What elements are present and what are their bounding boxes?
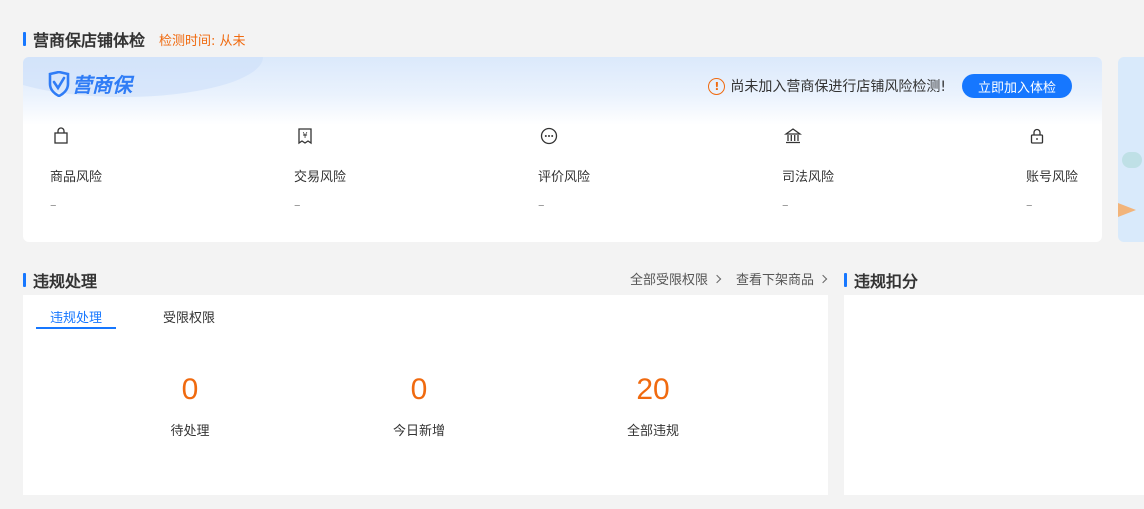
all-restricted-link[interactable]: 全部受限权限 [629,269,722,288]
notice-text: 尚未加入营商保进行店铺风险检测! [730,79,946,95]
stat-value: 0 [181,373,199,406]
violation-header: 违规处理 [23,268,97,292]
chevron-right-icon [818,274,828,283]
yingshangbao-logo: 营商保 [48,69,132,98]
stat-label: 全部违规 [626,424,679,439]
section-marker [23,32,26,46]
health-check-header: 营商保店铺体检 检测时间: 从未 [23,27,246,51]
violation-title: 违规处理 [33,272,98,291]
risk-item-judicial[interactable]: 司法风险 – [782,127,892,213]
heart-decoration-icon [1122,152,1142,168]
check-time: 检测时间: 从未 [159,33,246,49]
risk-label: 评价风险 [538,170,591,185]
delisted-goods-link[interactable]: 查看下架商品 [735,269,828,288]
risk-label: 司法风险 [782,170,835,185]
stat-all-violations[interactable]: 20 全部违规 [593,373,713,439]
chevron-right-icon [712,274,722,283]
risk-value: – [782,198,789,213]
logo-text: 营商保 [72,73,132,97]
health-check-card: 营商保 ! 尚未加入营商保进行店铺风险检测! 立即加入体检 商品风险 – ¥ 交… [23,57,1102,242]
arrow-decoration-icon [1118,203,1136,217]
section-marker [844,273,847,287]
yen-receipt-icon: ¥ [298,128,312,145]
lock-icon [1030,128,1044,144]
stat-pending[interactable]: 0 待处理 [130,373,250,439]
stat-value: 0 [410,373,428,406]
stat-today-new[interactable]: 0 今日新增 [359,373,479,439]
link-label: 全部受限权限 [629,273,708,288]
section-marker [23,273,26,287]
risk-label: 账号风险 [1026,170,1079,185]
link-label: 查看下架商品 [735,273,814,288]
chat-bubble-icon [540,127,558,145]
join-check-button[interactable]: 立即加入体检 [961,74,1072,98]
violation-card: 违规处理 受限权限 0 待处理 0 今日新增 20 全部违规 [23,295,828,495]
side-promo-card[interactable] [1118,57,1144,242]
svg-text:¥: ¥ [302,131,307,140]
health-check-title: 营商保店铺体检 [33,31,146,50]
stat-value: 20 [636,373,670,406]
join-notice: ! 尚未加入营商保进行店铺风险检测! 立即加入体检 [708,74,1072,98]
score-card [844,295,1144,495]
tab-restricted[interactable]: 受限权限 [163,307,215,329]
risk-value: – [50,198,57,213]
risk-item-goods[interactable]: 商品风险 – [50,127,160,213]
score-header: 违规扣分 [844,268,918,292]
courthouse-icon [783,128,803,144]
tab-violation[interactable]: 违规处理 [36,307,116,329]
risk-item-review[interactable]: 评价风险 – [538,127,648,213]
risk-label: 交易风险 [294,170,347,185]
risk-item-trade[interactable]: ¥ 交易风险 – [294,127,404,213]
risk-value: – [538,198,545,213]
shopping-bag-icon [54,127,68,144]
stat-label: 待处理 [170,424,210,439]
warning-icon: ! [708,77,726,95]
risk-item-account[interactable]: 账号风险 – [1026,127,1102,213]
risk-value: – [1026,198,1033,213]
risk-value: – [294,198,301,213]
risk-label: 商品风险 [50,170,103,185]
stat-label: 今日新增 [392,424,445,439]
score-title: 违规扣分 [854,272,919,291]
shield-logo-icon [48,70,70,97]
health-banner: 营商保 ! 尚未加入营商保进行店铺风险检测! 立即加入体检 [23,57,1102,125]
violation-links: 全部受限权限 查看下架商品 [614,269,828,288]
